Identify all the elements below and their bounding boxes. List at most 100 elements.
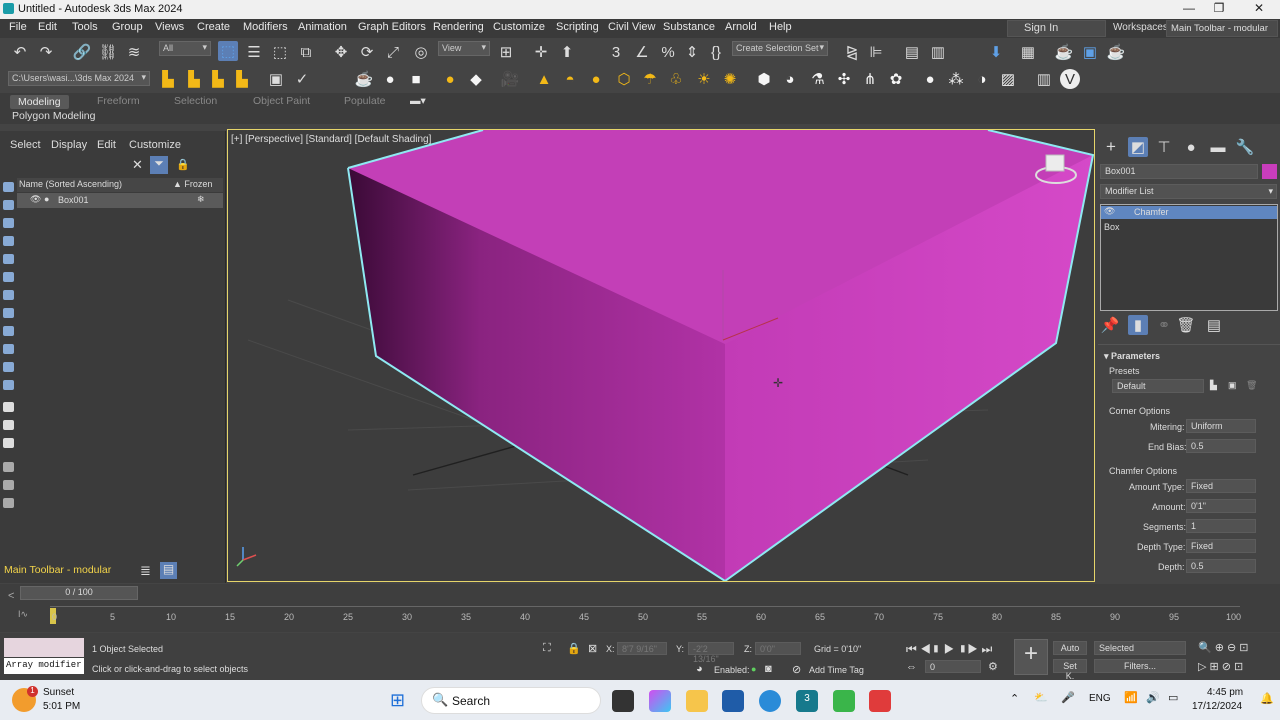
clock-date[interactable]: 17/12/2024 [1192,701,1242,712]
toolbar-label-dropdown[interactable]: Main Toolbar - modular [2,563,138,579]
minimize-button[interactable]: — [1175,1,1203,17]
tab-populate[interactable]: Populate [344,95,385,107]
save-preset-icon[interactable]: ▣ [1228,380,1237,391]
scene-explorer-icon[interactable]: ▤ [902,42,922,62]
sun-icon[interactable]: ☀ [694,69,714,89]
menu-graph-editors[interactable]: Graph Editors [358,21,426,33]
unlink-icon[interactable]: ⛓ [98,42,118,62]
window-crossing-icon[interactable]: ⧉ [296,42,316,62]
depth-type-dropdown[interactable]: Fixed [1186,539,1256,553]
strip-icon[interactable] [3,308,14,318]
segments-spinner[interactable]: 1 [1186,519,1256,533]
add-time-tag-label[interactable]: Add Time Tag [809,665,864,675]
keyboard-shortcut-icon[interactable]: ⬆ [557,42,577,62]
menu-customize[interactable]: Customize [493,21,545,33]
arnold-operator-icon[interactable]: ✣ [834,69,854,89]
mitering-dropdown[interactable]: Uniform [1186,419,1256,433]
rollout-title[interactable]: ▾ Parameters [1104,351,1160,362]
light-photometric-icon[interactable]: ☂ [640,69,660,89]
light-sphere-icon[interactable]: ● [586,69,606,89]
battery-icon[interactable]: ▭ [1168,691,1178,704]
make-unique-icon[interactable]: ⚭ [1154,315,1174,335]
project-folder-icon[interactable]: ▙ [158,69,178,89]
3ds-max-icon[interactable]: 3 [796,690,818,712]
grass-icon[interactable]: ⋔ [860,69,880,89]
absolute-mode-icon[interactable]: ⊠ [588,642,597,655]
vray-icon[interactable]: V [1060,69,1080,89]
end-bias-spinner[interactable]: 0.5 [1186,439,1256,453]
lock-icon[interactable]: 🔒 [176,158,190,171]
tab-freeform[interactable]: Freeform [97,95,140,107]
tab-modeling[interactable]: Modeling [10,95,69,109]
prev-frame-icon[interactable]: < [8,590,14,602]
menu-civil-view[interactable]: Civil View [608,21,655,33]
enabled-dot-icon[interactable]: ● [751,664,756,674]
tag-icon[interactable]: ⊘ [792,663,801,676]
percent-snap-icon[interactable]: % [658,42,678,62]
placement-icon[interactable]: ◎ [411,42,431,62]
tab-object-paint[interactable]: Object Paint [253,95,310,107]
key-filter-dropdown[interactable]: Selected [1094,641,1186,655]
angle-snap-icon[interactable]: ∠ [632,42,652,62]
scale-icon[interactable]: ⤢ [383,42,403,62]
light-mesh-icon[interactable]: ⬡ [614,69,634,89]
mirror-icon[interactable]: ⧎ [842,42,862,62]
material-ball-icon[interactable]: ● [920,69,940,89]
check-icon[interactable]: ✓ [292,69,312,89]
tab-selection[interactable]: Selection [174,95,217,107]
sign-in-dropdown[interactable]: Sign In [1007,20,1106,37]
sphere-icon[interactable]: ● [380,69,400,89]
material-icon[interactable]: ● [440,69,460,89]
explorer-menu-select[interactable]: Select [10,139,41,151]
language-label[interactable]: ENG [1089,693,1111,704]
explorer-menu-edit[interactable]: Edit [97,139,116,151]
render-icon[interactable]: ◑ [972,69,992,89]
track-bar[interactable] [50,606,1240,607]
y-coordinate-field[interactable]: -2'2 13/16" [688,642,734,664]
volume-icon[interactable]: ⚗ [808,69,828,89]
camtasia-icon[interactable] [833,690,855,712]
multi-object-icon[interactable]: ◆ [466,69,486,89]
viewport-nav-icons-2[interactable]: ▷ ⊞ ⊘ ⊡ [1198,660,1243,673]
auto-key-button[interactable]: Auto [1053,641,1087,655]
workspaces-dropdown[interactable]: Main Toolbar - modular [1166,20,1278,37]
explorer-search-input[interactable] [4,157,146,174]
edge-icon[interactable] [759,690,781,712]
ribbon-sub-label[interactable]: Polygon Modeling [12,110,95,122]
time-slider[interactable]: 0 / 100 [20,586,138,600]
sun-sky-icon[interactable]: ✺ [720,69,740,89]
rendered-frame-window-icon[interactable]: ▣ [1080,42,1100,62]
column-name[interactable]: Name (Sorted Ascending) [19,179,122,189]
license-icon[interactable]: ▥ [1034,69,1054,89]
strip-icon[interactable] [3,420,14,430]
menu-arnold[interactable]: Arnold [725,21,757,33]
manipulate-icon[interactable]: ✛ [531,42,551,62]
copilot-icon[interactable] [649,690,671,712]
menu-group[interactable]: Group [112,21,143,33]
redo-icon[interactable]: ↷ [36,42,56,62]
windows-start-icon[interactable]: ⊞ [390,690,410,710]
remove-modifier-icon[interactable]: 🗑 [1176,315,1196,335]
column-frozen[interactable]: ▲ Frozen [173,179,212,189]
strip-icon[interactable] [3,438,14,448]
close-button[interactable]: ✕ [1245,1,1273,17]
perspective-viewport[interactable]: ✛ [+] [Perspective] [Standard] [Default … [227,129,1095,582]
layers-icon[interactable]: ≣ [140,563,151,579]
save-as-icon[interactable]: ▙ [232,69,252,89]
selection-filter-dropdown[interactable]: All [159,41,211,56]
taskbar-search[interactable]: 🔍 Search [421,687,601,714]
box-icon[interactable]: ■ [406,69,426,89]
strip-icon[interactable] [3,326,14,336]
menu-edit[interactable]: Edit [38,21,57,33]
strip-icon[interactable] [3,290,14,300]
strip-icon[interactable] [3,402,14,412]
menu-file[interactable]: File [9,21,27,33]
mic-icon[interactable]: 🎤 [1061,691,1075,704]
bind-space-warp-icon[interactable]: ≋ [124,42,144,62]
menu-rendering[interactable]: Rendering [433,21,484,33]
layer-explorer-icon[interactable]: ▥ [928,42,948,62]
rect-selection-icon[interactable]: ⬚ [270,42,290,62]
display-tab-icon[interactable]: ▬ [1208,137,1228,157]
cube-icon[interactable]: ⬢ [754,69,774,89]
viewport-nav-icons[interactable]: 🔍 ⊕ ⊖ ⊡ [1198,641,1249,654]
